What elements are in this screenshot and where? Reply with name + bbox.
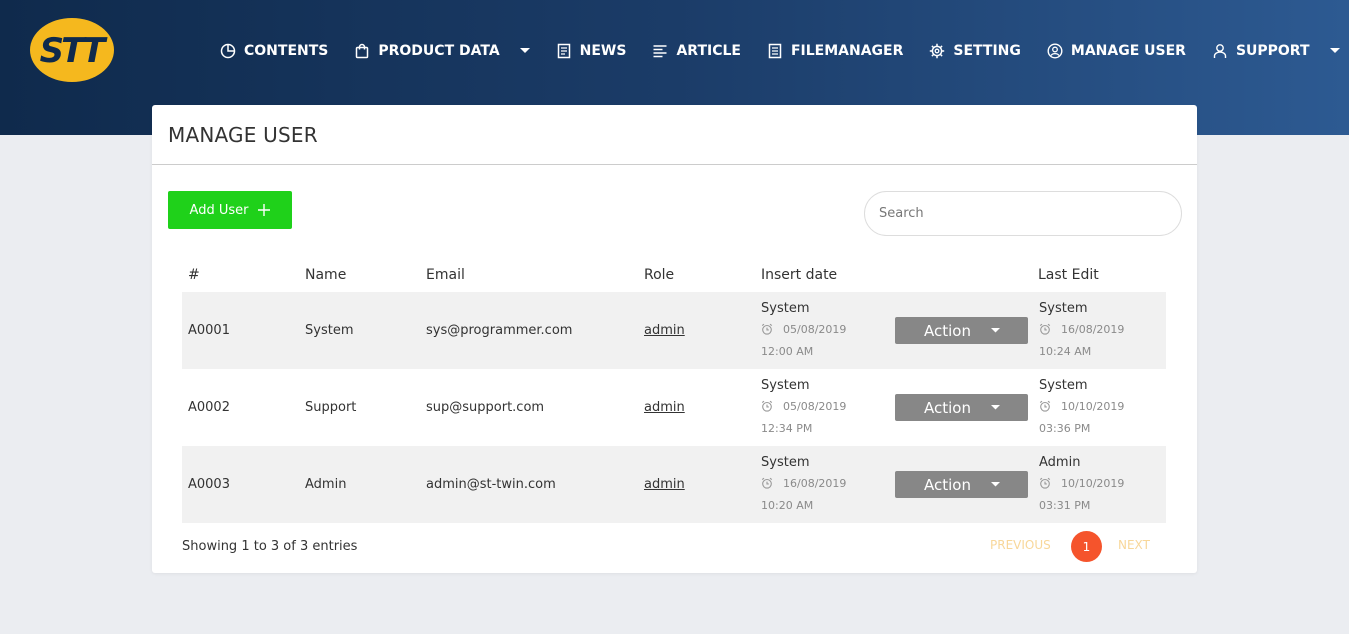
insert-date-text: 16/08/2019 10:20 AM <box>761 477 847 512</box>
add-user-label: Add User <box>189 202 249 218</box>
edit-date: 16/08/2019 10:24 AM <box>1039 319 1157 363</box>
nav-label-news: NEWS <box>579 43 627 59</box>
table-row: A0003 Admin admin@st-twin.com admin Syst… <box>182 446 1166 523</box>
alarm-clock-icon <box>1039 477 1051 489</box>
column-header-email: Email <box>426 267 465 283</box>
nav-label-contents: CONTENTS <box>244 43 329 59</box>
table-row: A0001 System sys@programmer.com admin Sy… <box>182 292 1166 369</box>
table-info: Showing 1 to 3 of 3 entries <box>182 539 358 554</box>
column-header-name: Name <box>305 267 347 283</box>
plus-icon <box>258 204 271 216</box>
chevron-down-icon <box>990 328 1000 333</box>
nav-label-filemanager: FILEMANAGER <box>790 43 904 59</box>
nav-label-article: ARTICLE <box>676 43 741 59</box>
gear-icon <box>930 43 945 59</box>
pagination-page-1[interactable]: 1 <box>1071 531 1102 562</box>
table-row: A0002 Support sup@support.com admin Syst… <box>182 369 1166 446</box>
insert-date: 05/08/2019 12:00 AM <box>761 319 879 363</box>
user-role-link[interactable]: admin <box>644 323 685 338</box>
edit-date: 10/10/2019 03:36 PM <box>1039 396 1157 440</box>
action-label: Action <box>924 475 971 494</box>
logo-text: STT <box>40 31 108 71</box>
nav-label-product-data: PRODUCT DATA <box>378 43 500 59</box>
alarm-clock-icon <box>761 400 773 412</box>
action-dropdown[interactable]: Action <box>895 394 1028 421</box>
nav-label-manage-user: MANAGE USER <box>1070 43 1186 59</box>
pagination-previous[interactable]: PREVIOUS <box>990 538 1051 552</box>
nav-item-filemanager[interactable]: FILEMANAGER <box>767 43 903 59</box>
search-input[interactable] <box>864 191 1182 236</box>
page-title: MANAGE USER <box>168 123 318 147</box>
action-label: Action <box>924 398 971 417</box>
edit-by: System <box>1039 301 1088 316</box>
alarm-clock-icon <box>761 477 773 489</box>
chevron-down-icon <box>519 48 530 53</box>
user-name: Support <box>305 400 357 415</box>
edit-by: System <box>1039 378 1088 393</box>
user-id: A0001 <box>188 323 230 338</box>
manage-user-card: MANAGE USER Add User # Name Email Role I… <box>152 105 1197 573</box>
user-role-link[interactable]: admin <box>644 477 685 492</box>
title-divider <box>152 164 1197 165</box>
text-align-icon <box>653 45 667 58</box>
edit-date-text: 10/10/2019 03:36 PM <box>1039 400 1125 435</box>
edit-date-text: 16/08/2019 10:24 AM <box>1039 323 1125 358</box>
nav-item-product-data[interactable]: PRODUCT DATA <box>354 43 530 59</box>
user-name: System <box>305 323 354 338</box>
edit-by: Admin <box>1039 455 1081 470</box>
alarm-clock-icon <box>761 323 773 335</box>
alarm-clock-icon <box>1039 400 1051 412</box>
user-icon <box>1213 44 1227 58</box>
pie-chart-icon <box>220 43 236 59</box>
document-icon <box>768 43 782 59</box>
user-role-link[interactable]: admin <box>644 400 685 415</box>
nav-item-news[interactable]: NEWS <box>556 43 627 59</box>
column-header-id: # <box>188 267 200 283</box>
nav-item-support[interactable]: SUPPORT <box>1212 43 1340 59</box>
insert-date: 16/08/2019 10:20 AM <box>761 473 879 517</box>
alarm-clock-icon <box>1039 323 1051 335</box>
newspaper-icon <box>557 43 570 59</box>
column-header-role: Role <box>644 267 675 283</box>
action-dropdown[interactable]: Action <box>895 471 1028 498</box>
user-circle-icon <box>1047 43 1063 59</box>
insert-by: System <box>761 378 810 393</box>
column-header-last-edit: Last Edit <box>1038 267 1099 283</box>
action-label: Action <box>924 321 971 340</box>
nav-item-setting[interactable]: SETTING <box>929 43 1021 59</box>
column-header-insert-date: Insert date <box>761 267 838 283</box>
nav-item-contents[interactable]: CONTENTS <box>220 43 328 59</box>
main-nav: CONTENTS PRODUCT DATA NEWS ARTICLE FILEM… <box>220 38 1349 64</box>
insert-by: System <box>761 455 810 470</box>
user-id: A0002 <box>188 400 230 415</box>
nav-item-article[interactable]: ARTICLE <box>652 43 741 59</box>
nav-label-setting: SETTING <box>953 43 1021 59</box>
action-dropdown[interactable]: Action <box>895 317 1028 344</box>
chevron-down-icon <box>1329 48 1340 53</box>
user-name: Admin <box>305 477 347 492</box>
user-email: sup@support.com <box>426 400 545 415</box>
user-id: A0003 <box>188 477 230 492</box>
add-user-button[interactable]: Add User <box>168 191 292 229</box>
edit-date: 10/10/2019 03:31 PM <box>1039 473 1157 517</box>
chevron-down-icon <box>990 405 1000 410</box>
nav-item-manage-user[interactable]: MANAGE USER <box>1047 43 1186 59</box>
user-email: admin@st-twin.com <box>426 477 556 492</box>
insert-by: System <box>761 301 810 316</box>
insert-date-text: 05/08/2019 12:34 PM <box>761 400 847 435</box>
shopping-bag-icon <box>356 43 369 59</box>
insert-date-text: 05/08/2019 12:00 AM <box>761 323 847 358</box>
nav-label-support: SUPPORT <box>1235 43 1310 59</box>
stt-logo[interactable]: STT <box>30 18 114 82</box>
user-email: sys@programmer.com <box>426 323 573 338</box>
pagination-next[interactable]: NEXT <box>1118 538 1150 552</box>
chevron-down-icon <box>990 482 1000 487</box>
edit-date-text: 10/10/2019 03:31 PM <box>1039 477 1125 512</box>
insert-date: 05/08/2019 12:34 PM <box>761 396 879 440</box>
